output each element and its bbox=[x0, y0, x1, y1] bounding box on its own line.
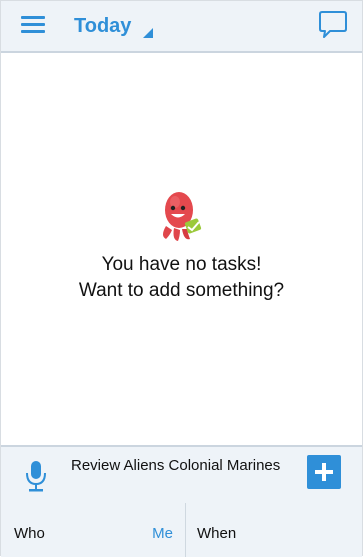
app-screen: Today You have no tasks! Want to add som… bbox=[0, 0, 363, 557]
menu-button[interactable] bbox=[21, 14, 45, 36]
who-label: Who bbox=[14, 525, 45, 542]
microphone-icon bbox=[26, 461, 46, 492]
speech-bubble-icon bbox=[319, 11, 347, 38]
menu-icon-bar bbox=[21, 23, 45, 26]
who-field[interactable]: Who Me bbox=[1, 503, 185, 557]
task-options: Who Me When bbox=[1, 503, 362, 557]
chat-button[interactable] bbox=[318, 9, 348, 39]
list-selector[interactable]: Today bbox=[74, 12, 154, 40]
list-title: Today bbox=[74, 14, 132, 37]
task-composer: Review Aliens Colonial Marines Who Me Wh… bbox=[1, 445, 362, 557]
dropdown-corner-icon bbox=[143, 28, 154, 38]
who-value: Me bbox=[152, 525, 173, 542]
when-field[interactable]: When bbox=[186, 503, 362, 557]
empty-state: You have no tasks! Want to add something… bbox=[1, 186, 362, 303]
empty-message-line1: You have no tasks! bbox=[101, 254, 262, 275]
top-bar: Today bbox=[1, 1, 362, 53]
octopus-mascot-icon bbox=[152, 186, 212, 246]
menu-icon-bar bbox=[21, 30, 45, 33]
when-label: When bbox=[197, 525, 237, 542]
task-text-input[interactable]: Review Aliens Colonial Marines bbox=[71, 456, 291, 476]
empty-message-line2: Want to add something? bbox=[78, 280, 285, 301]
voice-input-button[interactable] bbox=[23, 459, 49, 493]
menu-icon-bar bbox=[21, 16, 45, 19]
add-task-button[interactable] bbox=[307, 455, 341, 489]
